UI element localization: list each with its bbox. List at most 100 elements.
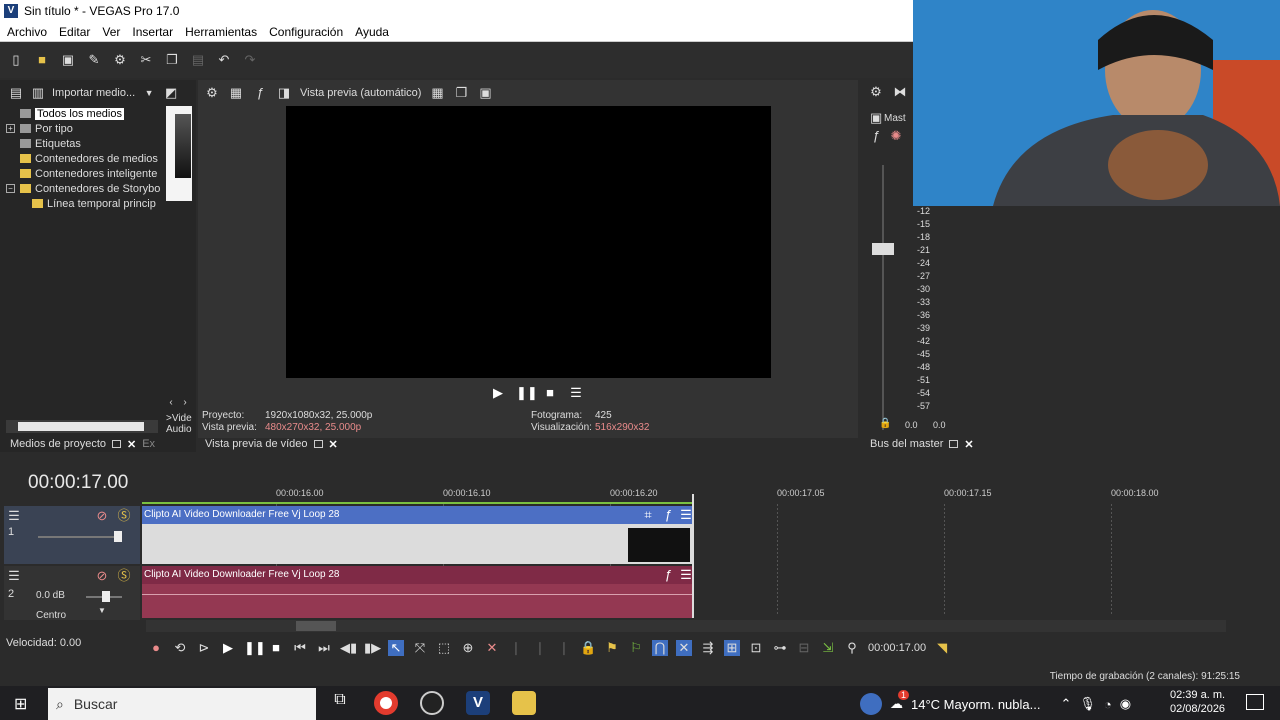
pause-icon[interactable]: ❚❚ [244,640,266,656]
menu-archivo[interactable]: Archivo [7,25,47,39]
region-icon[interactable]: ⚐ [628,640,644,656]
menu-icon[interactable]: ☰ [568,385,584,401]
timeline-scrollbar[interactable] [146,620,1226,632]
zoom-tool-icon[interactable]: ⊕ [460,640,476,656]
microphone-icon[interactable]: 🎙 [1079,696,1096,712]
go-to-start-icon[interactable]: ⏮ [292,640,308,656]
sync-icon[interactable]: ⇲ [820,640,836,656]
redo-icon[interactable]: ↷ [242,52,258,68]
undo-icon[interactable]: ↶ [216,52,232,68]
float-window-icon[interactable] [313,440,323,448]
import-media-button[interactable]: Importar medio... [52,87,135,99]
tree-item[interactable]: Línea temporal princip [6,196,164,211]
close-icon[interactable]: ✕ [964,438,973,451]
crop-icon[interactable]: ⌗ [640,507,656,523]
paste-icon[interactable]: ▤ [190,52,206,68]
fx-icon[interactable]: ƒ [252,85,268,101]
menu-herramientas[interactable]: Herramientas [185,25,257,39]
split-screen-icon[interactable]: ◨ [276,85,292,101]
master-bus-tab[interactable]: Bus del master ✕ [870,435,974,453]
tree-item[interactable]: Todos los medios [6,106,164,121]
trim-end-icon[interactable]: ❘ [532,640,548,656]
fx-icon[interactable]: ƒ [660,507,676,523]
record-icon[interactable]: ● [148,640,164,656]
obs-icon[interactable] [420,691,444,715]
video-event[interactable]: Clipto AI Video Downloader Free Vj Loop … [142,506,693,564]
play-icon[interactable]: ▶ [220,640,236,656]
vegas-taskbar-icon[interactable]: V [466,691,490,715]
playhead-cursor[interactable] [692,494,694,618]
view-icon[interactable]: ▤ [8,85,24,101]
preview-quality-select[interactable]: Vista previa (automático) [300,87,421,99]
new-file-icon[interactable]: ▯ [8,52,24,68]
task-view-icon[interactable]: ⧉ [328,691,352,715]
bowtie-icon[interactable]: ⧓ [892,84,908,100]
import-media-icon[interactable]: ▥ [30,85,46,101]
settings-gear-icon[interactable]: ⚙ [112,52,128,68]
close-icon[interactable]: ✕ [127,438,136,451]
auto-crossfade-icon[interactable]: ✕ [676,640,692,656]
loop-marker-icon[interactable]: ◥ [934,640,950,656]
scrollbar-thumb[interactable] [296,621,336,631]
marker-icon[interactable]: ⚑ [604,640,620,656]
go-to-end-icon[interactable]: ⏭ [316,640,332,656]
automation-icon[interactable]: ✺ [888,128,904,144]
delete-icon[interactable]: ✕ [484,640,500,656]
split-icon[interactable]: ❘ [556,640,572,656]
prev-icon[interactable]: ‹ [166,395,176,411]
tree-item[interactable]: Contenedores inteligente [6,166,164,181]
save-as-icon[interactable]: ✎ [86,52,102,68]
trim-start-icon[interactable]: ❘ [508,640,524,656]
system-clock[interactable]: 02:39 a. m. 02/08/2026 [1170,688,1225,716]
play-from-start-icon[interactable]: ⊳ [196,640,212,656]
ripple-edit-icon[interactable]: ⇶ [700,640,716,656]
float-window-icon[interactable] [949,440,959,448]
fx-icon[interactable]: ƒ [868,128,884,144]
solo-icon[interactable]: Ⓢ [116,508,132,524]
project-media-tab[interactable]: Medios de proyecto ✕ Ex [10,435,155,453]
auto-ripple-icon[interactable]: ⊶ [772,640,788,656]
scrollbar-thumb[interactable] [18,422,144,431]
track-menu-icon[interactable]: ☰ [6,568,22,584]
weather-icon[interactable]: ☁ 1 [890,690,910,712]
menu-ayuda[interactable]: Ayuda [355,25,389,39]
play-icon[interactable]: ▶ [490,385,506,401]
chevron-up-icon[interactable]: ⌃ [1060,696,1071,712]
normal-edit-tool-icon[interactable]: ↖ [388,640,404,656]
expand-icon[interactable]: + [6,124,15,133]
copy-icon[interactable]: ❐ [164,52,180,68]
menu-insertar[interactable]: Insertar [132,25,173,39]
chrome-icon[interactable] [374,691,398,715]
lock-icon[interactable]: 🔒 [879,418,891,429]
chevron-down-icon[interactable]: ▼ [98,606,106,615]
pause-icon[interactable]: ❚❚ [516,385,538,401]
menu-editar[interactable]: Editar [59,25,90,39]
weather-text[interactable]: 14°C Mayorm. nubla... [911,697,1040,712]
volume-slider-handle[interactable] [102,591,110,602]
envelope-tool-icon[interactable]: ⤧ [412,640,428,656]
file-explorer-icon[interactable] [512,691,536,715]
help-icon[interactable] [860,693,882,715]
save-icon[interactable]: ▣ [60,52,76,68]
collapse-icon[interactable]: − [6,184,15,193]
tree-item[interactable]: − Contenedores de Storybo [6,181,164,196]
stop-icon[interactable]: ■ [268,640,284,656]
opacity-slider-handle[interactable] [114,531,122,542]
snapping-icon[interactable]: ⋂ [652,640,668,656]
next-frame-icon[interactable]: ▮▶ [364,640,381,656]
menu-ver[interactable]: Ver [102,25,120,39]
selection-tool-icon[interactable]: ⬚ [436,640,452,656]
close-icon[interactable]: ✕ [329,438,338,451]
mute-icon[interactable]: ⊘ [94,568,110,584]
copy-snapshot-icon[interactable]: ❐ [453,85,469,101]
track-menu-icon[interactable]: ☰ [6,508,22,524]
notification-center-icon[interactable] [1246,694,1264,710]
settings-gear-icon[interactable]: ⚙ [204,85,220,101]
fx-icon[interactable]: ƒ [660,567,676,583]
volume-icon[interactable]: ◉ [1120,696,1131,712]
media-thumbnail[interactable] [166,106,192,201]
loop-icon[interactable]: ⟲ [172,640,188,656]
windows-start-icon[interactable]: ⊞ [14,694,32,713]
open-folder-icon[interactable]: ■ [34,52,50,68]
opacity-slider[interactable] [38,536,122,538]
